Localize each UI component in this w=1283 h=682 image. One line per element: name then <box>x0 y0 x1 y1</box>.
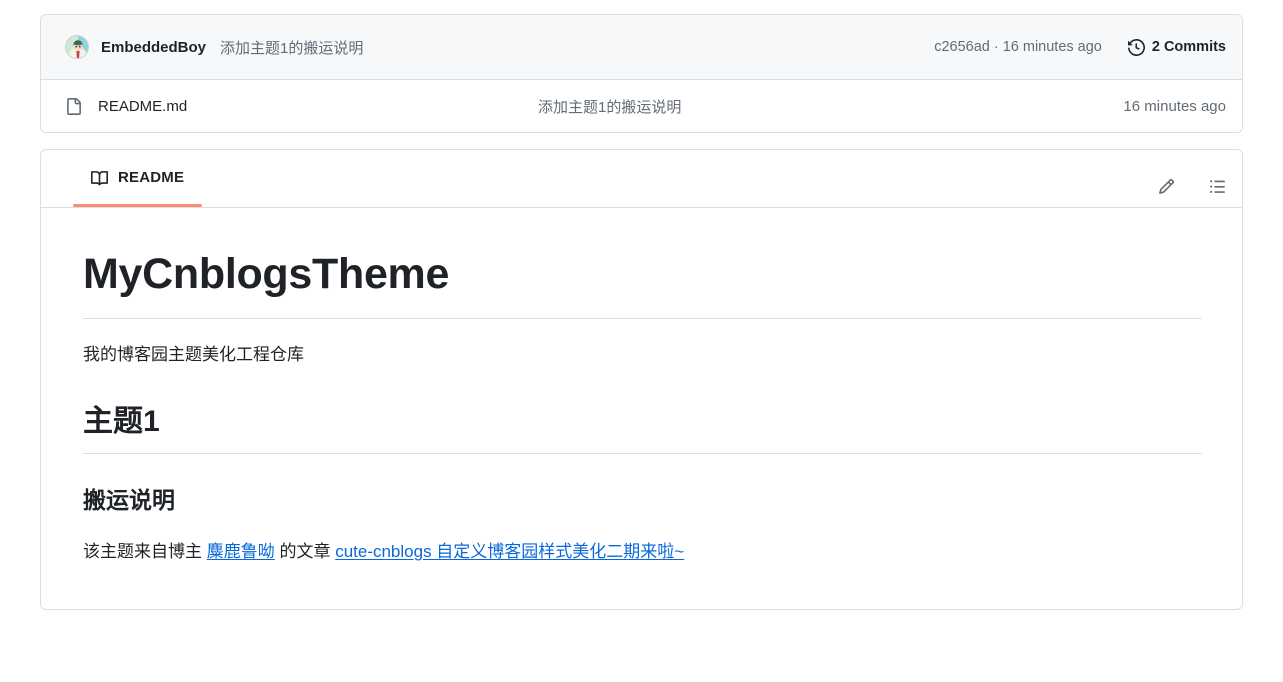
book-icon <box>91 171 108 186</box>
list-unordered-icon[interactable] <box>1209 178 1226 195</box>
commits-count-label: 2 Commits <box>1151 39 1226 55</box>
readme-source-paragraph: 该主题来自博主 麋鹿鲁呦 的文章 cute-cnblogs 自定义博客园样式美化… <box>83 538 1202 565</box>
tab-readme[interactable]: README <box>73 150 203 207</box>
readme-heading-notes: 搬运说明 <box>83 486 175 513</box>
latest-commit-card: EmbeddedBoy 添加主题1的搬运说明 c2656ad · 16 minu… <box>40 14 1243 133</box>
pencil-icon[interactable] <box>1158 178 1175 195</box>
paragraph-middle-text: 的文章 <box>274 541 336 561</box>
file-name-link[interactable]: README.md <box>98 98 538 115</box>
file-icon <box>67 97 81 115</box>
file-commit-message[interactable]: 添加主题1的搬运说明 <box>538 96 1123 117</box>
source-article-link[interactable]: cute-cnblogs 自定义博客园样式美化二期来啦~ <box>335 542 684 561</box>
readme-actions <box>1158 178 1226 207</box>
blog-author-link[interactable]: 麋鹿鲁呦 <box>207 542 275 561</box>
tab-active-underline <box>73 204 203 207</box>
commit-hash-and-time[interactable]: c2656ad · 16 minutes ago <box>934 39 1102 55</box>
file-modified-time: 16 minutes ago <box>1123 97 1226 115</box>
readme-tab-label: README <box>118 169 185 186</box>
readme-title: MyCnblogsTheme <box>83 248 1202 319</box>
paragraph-prefix-text: 该主题来自博主 <box>83 541 207 561</box>
avatar[interactable] <box>65 35 89 59</box>
repository-page: EmbeddedBoy 添加主题1的搬运说明 c2656ad · 16 minu… <box>0 0 1283 682</box>
commit-author[interactable]: EmbeddedBoy <box>101 39 206 56</box>
commit-right-group: c2656ad · 16 minutes ago 2 Commits <box>934 38 1226 56</box>
readme-header: README <box>41 150 1242 207</box>
commits-link[interactable]: 2 Commits <box>1127 38 1226 56</box>
file-row[interactable]: README.md 添加主题1的搬运说明 16 minutes ago <box>41 80 1242 132</box>
history-icon <box>1127 38 1145 56</box>
readme-intro-paragraph: 我的博客园主题美化工程仓库 <box>83 344 304 364</box>
latest-commit-header: EmbeddedBoy 添加主题1的搬运说明 c2656ad · 16 minu… <box>41 15 1242 80</box>
avatar-image <box>66 36 88 58</box>
readme-heading-theme1: 主题1 <box>83 402 1202 454</box>
readme-card: README MyCnblogsTheme 我的博客园主题美化工程仓库 主题1 … <box>40 149 1243 611</box>
readme-content: MyCnblogsTheme 我的博客园主题美化工程仓库 主题1 搬运说明 该主… <box>41 208 1242 609</box>
commit-message[interactable]: 添加主题1的搬运说明 <box>220 37 363 58</box>
